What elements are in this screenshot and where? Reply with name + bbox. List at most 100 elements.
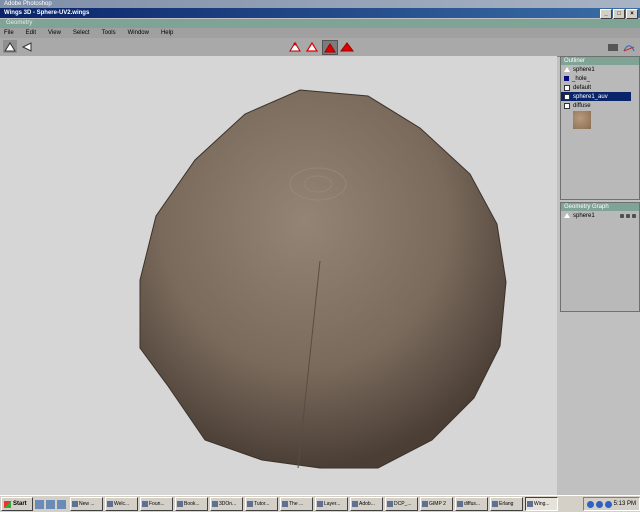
clock[interactable]: 5:13 PM <box>614 501 636 507</box>
outliner-item-label: sphere1_auv <box>573 93 608 100</box>
photoshop-title: Adobe Photoshop <box>4 1 52 7</box>
app-icon <box>492 501 498 507</box>
outliner-item-sphere1[interactable]: sphere1 <box>561 65 639 74</box>
outliner-item-sphere1-auv[interactable]: sphere1_auv <box>561 92 631 101</box>
task-book[interactable]: Book... <box>175 497 208 511</box>
menu-bar: File Edit View Select Tools Window Help <box>0 28 640 38</box>
antivirus-icon[interactable] <box>604 500 612 508</box>
task-dcp[interactable]: DCP_... <box>385 497 418 511</box>
browser-icon[interactable] <box>46 499 55 509</box>
geometry-window-bar: Geometry <box>0 19 640 28</box>
app-icon <box>457 501 463 507</box>
menu-window[interactable]: Window <box>128 30 149 36</box>
texture-thumbnail[interactable] <box>573 111 591 129</box>
system-tray: 5:13 PM <box>582 497 640 511</box>
task-adob[interactable]: Adob... <box>350 497 383 511</box>
geometry-graph-panel: Geometry Graph sphere1 <box>560 202 640 312</box>
task-diffuse[interactable]: diffus... <box>455 497 488 511</box>
ortho-view-button[interactable] <box>606 40 620 53</box>
material-icon <box>564 93 570 100</box>
task-label: DCP_... <box>394 501 412 507</box>
taskbar: Start New ... Welc... Foun... Book... 3D… <box>0 495 640 512</box>
task-label: Welc... <box>114 501 130 507</box>
lock-icon[interactable] <box>626 213 630 218</box>
outliner-item-diffuse[interactable]: diffuse <box>561 101 639 110</box>
start-button[interactable]: Start <box>1 497 33 511</box>
volume-icon[interactable] <box>595 500 603 508</box>
shaded-view-icon <box>4 41 16 51</box>
smooth-shading-button[interactable] <box>3 40 17 53</box>
menu-help[interactable]: Help <box>161 30 173 36</box>
body-mode-icon <box>340 41 354 51</box>
task-label: Erlang <box>499 501 514 507</box>
window-title: Wings 3D - Sphere-UV2.wings <box>4 10 90 16</box>
outliner-panel: Outliner sphere1 _hole_ default sphere1_… <box>560 56 640 200</box>
app-icon <box>422 501 428 507</box>
edge-mode-icon <box>306 41 318 52</box>
maximize-button[interactable]: □ <box>613 9 625 19</box>
outliner-item-label: sphere1 <box>573 66 595 73</box>
wireframe-button[interactable] <box>20 40 34 53</box>
geometry-graph-item-sphere1[interactable]: sphere1 <box>561 211 639 220</box>
task-label: Wing... <box>534 501 550 507</box>
body-select-mode-button[interactable] <box>339 40 355 53</box>
app-icon <box>72 501 78 507</box>
menu-file[interactable]: File <box>4 30 14 36</box>
app-icon <box>317 501 323 507</box>
image-icon <box>564 102 570 109</box>
geometry-window-title: Geometry <box>6 20 33 26</box>
face-mode-icon <box>324 42 336 52</box>
app-icon <box>212 501 218 507</box>
wings-title-bar[interactable]: Wings 3D - Sphere-UV2.wings _ □ × <box>0 8 640 19</box>
axes-icon <box>623 44 635 51</box>
task-erlang[interactable]: Erlang <box>490 497 523 511</box>
app-icon <box>142 501 148 507</box>
menu-edit[interactable]: Edit <box>26 30 36 36</box>
outliner-item-default[interactable]: default <box>561 83 639 92</box>
task-wings[interactable]: Wing... <box>525 497 558 511</box>
wireframe-view-icon <box>21 41 32 52</box>
network-icon[interactable] <box>586 500 594 508</box>
task-label: Foun... <box>149 501 165 507</box>
task-new[interactable]: New ... <box>70 497 103 511</box>
folder-icon[interactable] <box>57 499 66 509</box>
photoshop-title-bar: Adobe Photoshop <box>0 0 640 8</box>
outliner-title: Outliner <box>561 57 639 65</box>
task-label: diffus... <box>464 501 481 507</box>
menu-tools[interactable]: Tools <box>102 30 116 36</box>
start-label: Start <box>13 501 27 507</box>
app-icon <box>247 501 253 507</box>
object-icon <box>564 213 570 218</box>
material-icon <box>564 76 569 81</box>
face-select-mode-button[interactable] <box>322 40 338 55</box>
outliner-item-label: diffuse <box>573 102 591 109</box>
task-foun[interactable]: Foun... <box>140 497 173 511</box>
app-icon <box>352 501 358 507</box>
task-welc[interactable]: Welc... <box>105 497 138 511</box>
task-the[interactable]: The ... <box>280 497 313 511</box>
outliner-item-label: _hole_ <box>572 75 591 82</box>
menu-select[interactable]: Select <box>73 30 90 36</box>
quick-launch <box>35 499 66 509</box>
task-label: Tutor... <box>254 501 270 507</box>
task-gimp[interactable]: GIMP 2 <box>420 497 453 511</box>
eye-icon[interactable] <box>620 213 624 218</box>
task-layer[interactable]: Layer... <box>315 497 348 511</box>
object-icon <box>564 67 570 72</box>
app-icon <box>387 501 393 507</box>
menu-view[interactable]: View <box>48 30 61 36</box>
outliner-item-label: default <box>573 84 592 91</box>
material-icon <box>564 84 570 91</box>
minimize-button[interactable]: _ <box>600 9 612 19</box>
outliner-item-hole[interactable]: _hole_ <box>561 74 639 83</box>
axes-button[interactable] <box>622 40 636 53</box>
close-button[interactable]: × <box>626 9 638 19</box>
desktop-icon[interactable] <box>35 499 44 509</box>
task-tutor[interactable]: Tutor... <box>245 497 278 511</box>
3d-viewport[interactable] <box>0 56 557 496</box>
wire-icon[interactable] <box>632 213 636 218</box>
task-3don[interactable]: 3DOn... <box>210 497 243 511</box>
edge-select-mode-button[interactable] <box>305 40 319 53</box>
vertex-select-mode-button[interactable] <box>288 40 302 53</box>
task-label: Layer... <box>324 501 341 507</box>
